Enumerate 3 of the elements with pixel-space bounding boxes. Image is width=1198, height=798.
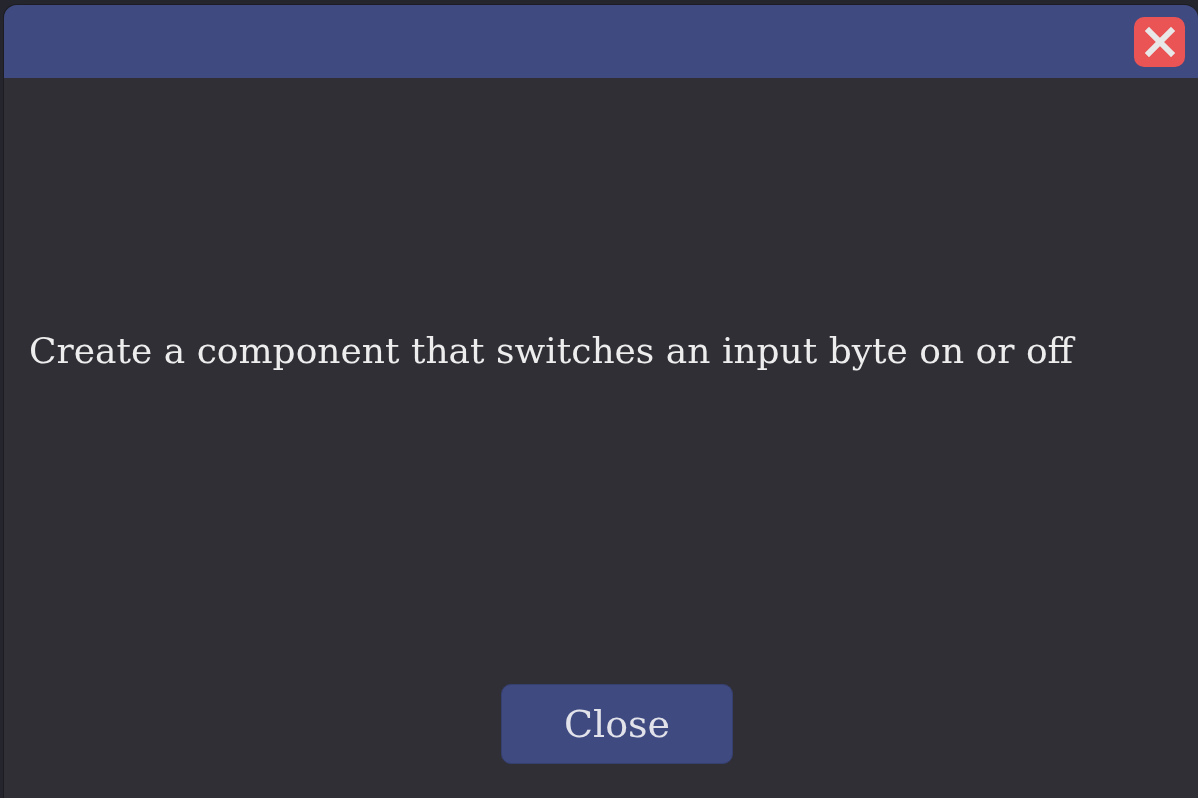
dialog-message: Create a component that switches an input byte on or off bbox=[29, 329, 1074, 373]
close-button[interactable]: Close bbox=[501, 684, 733, 764]
close-icon[interactable] bbox=[1134, 17, 1185, 67]
